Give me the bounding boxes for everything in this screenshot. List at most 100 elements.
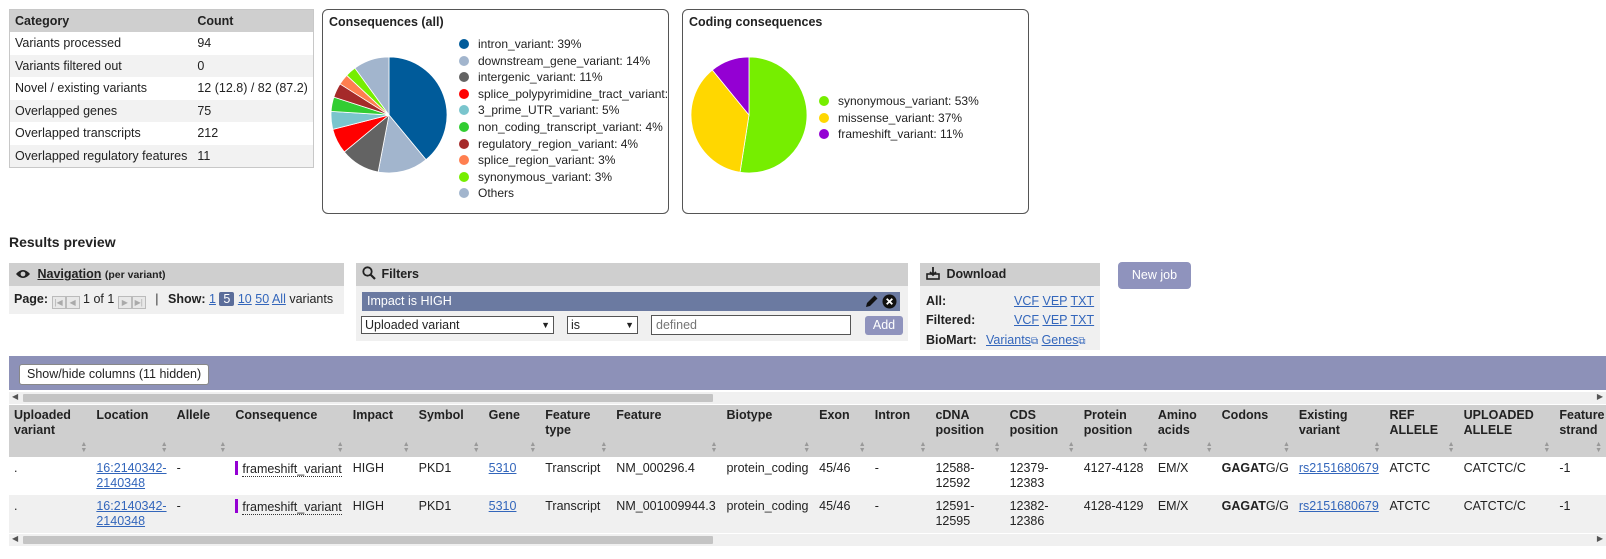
sort-arrows-icon[interactable]: ▲ ▼ bbox=[1374, 441, 1381, 454]
column-header[interactable]: Symbol ▲ ▼ bbox=[413, 405, 484, 457]
show-option-5-selected[interactable]: 5 bbox=[219, 292, 235, 306]
column-header-line2: position bbox=[935, 423, 985, 437]
sort-arrows-icon[interactable]: ▲ ▼ bbox=[1068, 441, 1075, 454]
column-header[interactable]: Existing variant ▲ ▼ bbox=[1293, 405, 1385, 457]
active-filter[interactable]: Impact is HIGH bbox=[362, 292, 900, 311]
sort-arrows-icon[interactable]: ▲ ▼ bbox=[219, 441, 226, 454]
legend-item: splice_polypyrimidine_tract_variant: bbox=[459, 86, 668, 103]
results-scrollbar-top[interactable]: ◀ ▶ bbox=[9, 392, 1606, 404]
download-filtered-vcf-link[interactable]: VCF bbox=[1014, 313, 1039, 327]
download-filtered-txt-link[interactable]: TXT bbox=[1071, 313, 1095, 327]
sort-arrows-icon[interactable]: ▲ ▼ bbox=[920, 441, 927, 454]
gene-link[interactable]: 5310 bbox=[489, 499, 517, 513]
legend-label: splice_polypyrimidine_tract_variant: bbox=[478, 86, 669, 101]
navigation-panel-header[interactable]: Navigation (per variant) bbox=[9, 263, 344, 286]
legend-item: synonymous_variant: 53% bbox=[819, 93, 979, 110]
download-filtered-vep-link[interactable]: VEP bbox=[1042, 313, 1067, 327]
biomart-genes-link[interactable]: Genes bbox=[1042, 333, 1079, 347]
column-header[interactable]: Exon ▲ ▼ bbox=[814, 405, 870, 457]
results-header-row: Uploaded variant ▲ ▼ Location ▲ ▼ Allele ▲ ▼ Conse… bbox=[9, 405, 1606, 457]
biomart-variants-link[interactable]: Variants bbox=[986, 333, 1031, 347]
show-option-10[interactable]: 10 bbox=[238, 292, 252, 306]
scrollbar-thumb[interactable] bbox=[23, 394, 713, 402]
column-header[interactable]: cDNA position ▲ ▼ bbox=[930, 405, 1005, 457]
column-header-line2: type bbox=[545, 423, 571, 437]
sort-arrows-icon[interactable]: ▲ ▼ bbox=[1595, 441, 1602, 454]
column-header[interactable]: Location ▲ ▼ bbox=[91, 405, 172, 457]
sort-arrows-icon[interactable]: ▲ ▼ bbox=[337, 441, 344, 454]
sort-arrows-icon[interactable]: ▲ ▼ bbox=[1543, 441, 1550, 454]
add-filter-button[interactable]: Add bbox=[865, 316, 903, 335]
cell-impact: HIGH bbox=[347, 457, 414, 495]
scrollbar-thumb[interactable] bbox=[23, 536, 713, 544]
download-all-txt-link[interactable]: TXT bbox=[1071, 294, 1095, 308]
column-header[interactable]: UPLOADED ALLELE ▲ ▼ bbox=[1458, 405, 1555, 457]
cell-strand: -1 bbox=[1554, 457, 1606, 495]
sort-arrows-icon[interactable]: ▲ ▼ bbox=[1448, 441, 1455, 454]
consequence-term[interactable]: frameshift_variant bbox=[242, 500, 342, 515]
download-all-vep-link[interactable]: VEP bbox=[1042, 294, 1067, 308]
sort-arrows-icon[interactable]: ▲ ▼ bbox=[1142, 441, 1149, 454]
sort-arrows-icon[interactable]: ▲ ▼ bbox=[403, 441, 410, 454]
sort-arrows-icon[interactable]: ▲ ▼ bbox=[1283, 441, 1290, 454]
results-scrollbar-bottom[interactable]: ◀ ▶ bbox=[9, 534, 1606, 546]
scroll-right-icon[interactable]: ▶ bbox=[1597, 534, 1603, 543]
column-header[interactable]: Codons ▲ ▼ bbox=[1216, 405, 1294, 457]
edit-filter-icon[interactable] bbox=[864, 294, 879, 315]
show-option-50[interactable]: 50 bbox=[255, 292, 269, 306]
cell-cdna: 12588-12592 bbox=[930, 457, 1005, 495]
column-header[interactable]: CDS position ▲ ▼ bbox=[1004, 405, 1079, 457]
column-header[interactable]: Feature strand ▲ ▼ bbox=[1554, 405, 1606, 457]
scroll-left-icon[interactable]: ◀ bbox=[12, 392, 18, 401]
remove-filter-icon[interactable] bbox=[882, 294, 897, 315]
download-all-label: All: bbox=[926, 294, 947, 308]
location-link[interactable]: 16:2140342-2140348 bbox=[96, 461, 166, 490]
column-header[interactable]: Gene ▲ ▼ bbox=[483, 405, 541, 457]
existing-link[interactable]: rs2151680679 bbox=[1299, 499, 1379, 513]
first-page-icon[interactable]: |◀ bbox=[51, 296, 66, 309]
column-header[interactable]: Biotype ▲ ▼ bbox=[721, 405, 815, 457]
column-header[interactable]: Intron ▲ ▼ bbox=[869, 405, 931, 457]
last-page-icon[interactable]: ▶| bbox=[131, 296, 146, 309]
show-option-all[interactable]: All bbox=[272, 292, 286, 306]
prev-page-icon[interactable]: ◀ bbox=[65, 296, 80, 309]
sort-arrows-icon[interactable]: ▲ ▼ bbox=[473, 441, 480, 454]
sort-arrows-icon[interactable]: ▲ ▼ bbox=[600, 441, 607, 454]
legend-item: 3_prime_UTR_variant: 5% bbox=[459, 102, 668, 119]
column-header[interactable]: Feature type ▲ ▼ bbox=[540, 405, 612, 457]
filter-value-input[interactable] bbox=[651, 315, 851, 335]
column-header[interactable]: Impact ▲ ▼ bbox=[347, 405, 414, 457]
existing-link[interactable]: rs2151680679 bbox=[1299, 461, 1379, 475]
scroll-left-icon[interactable]: ◀ bbox=[12, 534, 18, 543]
column-header[interactable]: Amino acids ▲ ▼ bbox=[1152, 405, 1217, 457]
sort-arrows-icon[interactable]: ▲ ▼ bbox=[803, 441, 810, 454]
column-header[interactable]: Protein position ▲ ▼ bbox=[1078, 405, 1153, 457]
filter-operator-select[interactable]: is ▼ bbox=[567, 316, 638, 334]
column-header[interactable]: Consequence ▲ ▼ bbox=[230, 405, 348, 457]
sort-arrows-icon[interactable]: ▲ ▼ bbox=[161, 441, 168, 454]
new-job-button[interactable]: New job bbox=[1118, 262, 1191, 289]
sort-arrows-icon[interactable]: ▲ ▼ bbox=[529, 441, 536, 454]
download-all-vcf-link[interactable]: VCF bbox=[1014, 294, 1039, 308]
column-header-line1: REF bbox=[1389, 408, 1415, 422]
stats-label: Variants filtered out bbox=[9, 54, 193, 77]
column-header[interactable]: Uploaded variant ▲ ▼ bbox=[9, 405, 92, 457]
sort-arrows-icon[interactable]: ▲ ▼ bbox=[1206, 441, 1213, 454]
consequence-term[interactable]: frameshift_variant bbox=[242, 462, 342, 477]
column-header[interactable]: REF ALLELE ▲ ▼ bbox=[1384, 405, 1459, 457]
sort-arrows-icon[interactable]: ▲ ▼ bbox=[994, 441, 1001, 454]
show-option-1[interactable]: 1 bbox=[209, 292, 216, 306]
column-header-line1: Exon bbox=[819, 408, 850, 422]
sort-arrows-icon[interactable]: ▲ ▼ bbox=[80, 441, 87, 454]
sort-arrows-icon[interactable]: ▲ ▼ bbox=[859, 441, 866, 454]
next-page-icon[interactable]: ▶ bbox=[117, 296, 132, 309]
location-link[interactable]: 16:2140342-2140348 bbox=[96, 499, 166, 528]
filter-field-select[interactable]: Uploaded variant ▼ bbox=[361, 316, 554, 334]
column-header-line1: Existing bbox=[1298, 408, 1348, 422]
sort-arrows-icon[interactable]: ▲ ▼ bbox=[711, 441, 718, 454]
column-header[interactable]: Allele ▲ ▼ bbox=[171, 405, 231, 457]
gene-link[interactable]: 5310 bbox=[489, 461, 517, 475]
scroll-right-icon[interactable]: ▶ bbox=[1597, 392, 1603, 401]
show-hide-columns-button[interactable]: Show/hide columns (11 hidden) bbox=[19, 364, 210, 385]
column-header[interactable]: Feature ▲ ▼ bbox=[611, 405, 722, 457]
